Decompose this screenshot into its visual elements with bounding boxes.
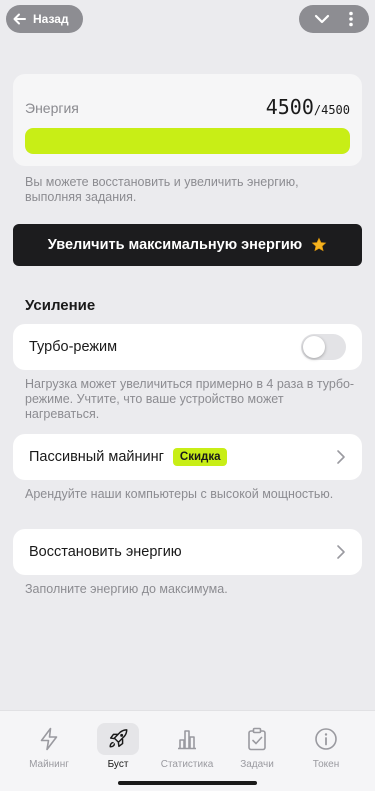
passive-hint: Арендуйте наши компьютеры с высокой мощн…	[25, 487, 334, 501]
energy-hint: Вы можете восстановить и увеличить энерг…	[25, 175, 299, 204]
restore-energy-label: Восстановить энергию	[29, 544, 182, 560]
rocket-icon	[109, 729, 128, 748]
tab-label: Задачи	[240, 759, 274, 770]
energy-progress-bar	[25, 128, 350, 154]
tab-tasks[interactable]: Задачи	[222, 723, 292, 770]
chevron-right-icon	[337, 450, 345, 464]
info-icon	[315, 728, 337, 750]
energy-current: 4500	[265, 95, 314, 119]
back-button[interactable]: Назад	[6, 5, 83, 33]
tab-boost[interactable]: Буст	[83, 723, 153, 770]
clipboard-icon	[248, 727, 266, 751]
toggle-knob	[303, 336, 325, 358]
turbo-mode-row: Турбо-режим	[13, 324, 362, 370]
passive-mining-row[interactable]: Пассивный майнинг Скидка	[13, 434, 362, 480]
arrow-left-icon	[13, 13, 26, 25]
energy-label: Энергия	[25, 100, 79, 116]
energy-value: 4500/4500	[266, 95, 350, 119]
chart-icon	[178, 730, 196, 750]
restore-hint: Заполните энергию до максимума.	[25, 582, 228, 596]
turbo-hint: Нагрузка может увеличиться примерно в 4 …	[25, 377, 355, 421]
tab-label: Статистика	[160, 759, 214, 770]
turbo-mode-label: Турбо-режим	[29, 339, 118, 355]
restore-energy-row[interactable]: Восстановить энергию	[13, 529, 362, 575]
tab-mining[interactable]: Майнинг	[14, 723, 84, 770]
lightning-icon	[40, 727, 58, 751]
energy-progress-fill	[25, 128, 350, 154]
home-indicator	[118, 781, 257, 785]
tab-bar: Майнинг Буст Статистика Задачи Токен	[0, 710, 375, 791]
turbo-mode-toggle[interactable]	[301, 334, 346, 360]
energy-card: Энергия 4500/4500	[13, 74, 362, 166]
star-icon	[311, 237, 327, 252]
section-title: Усиление	[25, 297, 96, 314]
passive-mining-label: Пассивный майнинг	[29, 449, 164, 465]
tab-statistics[interactable]: Статистика	[152, 723, 222, 770]
chevron-down-icon[interactable]	[314, 13, 330, 25]
more-vertical-icon[interactable]	[348, 11, 354, 27]
discount-badge: Скидка	[172, 448, 228, 466]
energy-max: /4500	[313, 103, 350, 117]
tab-label: Майнинг	[29, 759, 69, 770]
tab-label: Буст	[107, 759, 129, 770]
chevron-right-icon	[337, 545, 345, 559]
header-menu	[299, 5, 369, 33]
increase-max-energy-button[interactable]: Увеличить максимальную энергию	[13, 224, 362, 266]
increase-max-energy-label: Увеличить максимальную энергию	[47, 237, 303, 253]
tab-label: Токен	[312, 759, 340, 770]
back-label: Назад	[33, 12, 69, 26]
tab-token[interactable]: Токен	[291, 723, 361, 770]
